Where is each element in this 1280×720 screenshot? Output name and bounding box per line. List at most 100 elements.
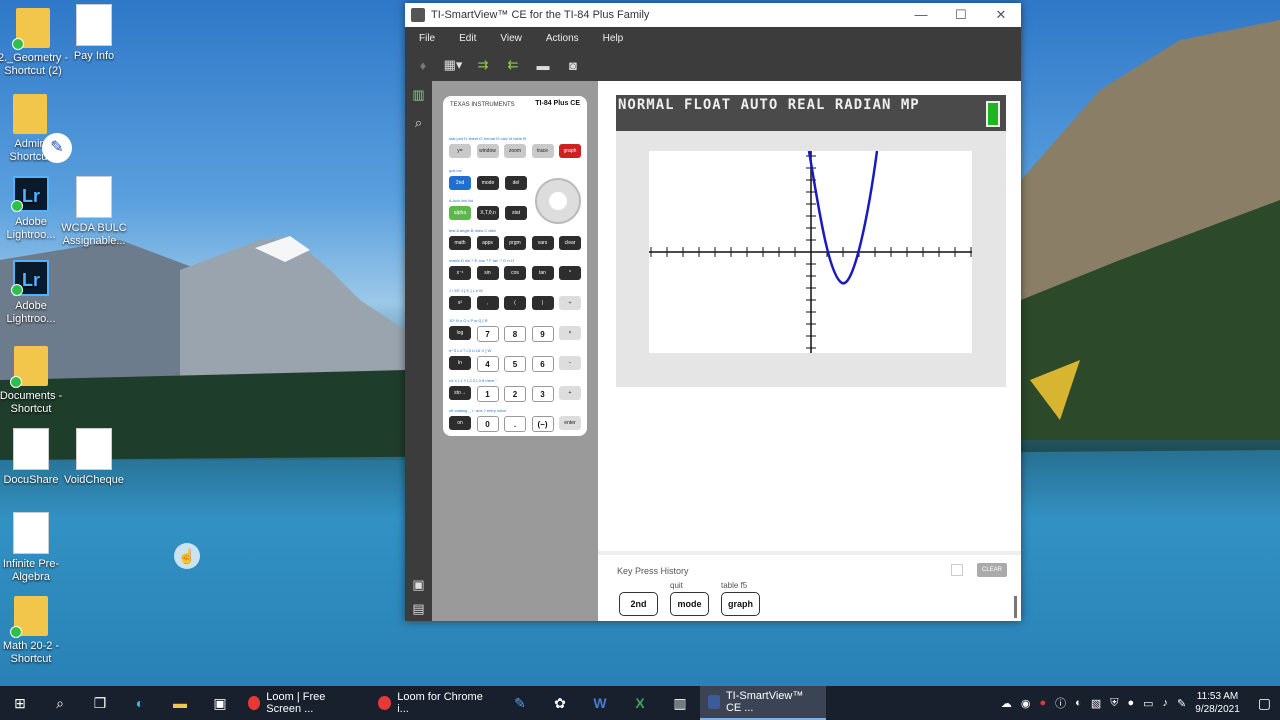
taskbar-app-loom-chrome[interactable]: Loom for Chrome i...: [370, 686, 500, 720]
calc-key[interactable]: 6: [531, 356, 554, 372]
calc-key[interactable]: ,: [476, 296, 499, 310]
menu-help[interactable]: Help: [603, 33, 624, 44]
tray-app-icon[interactable]: ◐: [1075, 697, 1082, 709]
desktop-icon-math20[interactable]: Math 20-2 - Shortcut: [0, 596, 67, 666]
calc-key[interactable]: ÷: [559, 296, 581, 310]
calc-key[interactable]: trace: [531, 144, 554, 158]
microphone-icon[interactable]: ●: [1127, 697, 1134, 709]
history-key-graph[interactable]: graph: [721, 592, 760, 616]
desktop-icon-documents[interactable]: Documents - Shortcut: [0, 346, 67, 416]
calc-key[interactable]: 0: [476, 416, 499, 432]
send-to-calc-icon[interactable]: ⇉: [473, 57, 493, 73]
calc-key[interactable]: 4: [476, 356, 499, 372]
receive-icon[interactable]: ⇇: [503, 57, 523, 73]
calc-key[interactable]: clear: [559, 236, 581, 250]
taskbar-app-smartview[interactable]: TI-SmartView™ CE ...: [700, 686, 826, 720]
smartview-window[interactable]: TI-SmartView™ CE for the TI-84 Plus Fami…: [405, 3, 1021, 621]
calculator-app-icon[interactable]: ▥: [660, 686, 700, 720]
calc-key[interactable]: mode: [477, 176, 499, 190]
calc-key[interactable]: x²: [449, 296, 471, 310]
calc-key[interactable]: vars: [531, 236, 554, 250]
calc-key[interactable]: cos: [504, 266, 526, 280]
network-icon[interactable]: ▭: [1143, 697, 1153, 710]
calculator-select-icon[interactable]: ▦▾: [443, 57, 463, 73]
layout-icon[interactable]: ▬: [533, 57, 553, 73]
title-bar[interactable]: TI-SmartView™ CE for the TI-84 Plus Fami…: [405, 3, 1021, 27]
image-icon[interactable]: ▧: [1091, 697, 1101, 710]
calc-key[interactable]: +: [559, 386, 581, 400]
notifications-icon[interactable]: ▢: [1258, 695, 1271, 712]
calc-key[interactable]: zoom: [504, 144, 526, 158]
desktop-icon-docushare[interactable]: DocuShare: [0, 428, 67, 487]
calc-key[interactable]: X,T,θ,n: [477, 206, 499, 220]
paint-icon[interactable]: ✿: [540, 686, 580, 720]
taskbar-app-loom[interactable]: Loom | Free Screen ...: [240, 686, 370, 720]
calc-key[interactable]: 3: [531, 386, 554, 402]
calc-key[interactable]: x⁻¹: [449, 266, 471, 280]
notepad-icon[interactable]: ✎: [500, 686, 540, 720]
calc-key[interactable]: (−): [531, 416, 554, 432]
history-key-mode[interactable]: mode: [670, 592, 709, 616]
desktop-icon-prealgebra[interactable]: Infinite Pre-Algebra: [0, 512, 67, 584]
camera-icon[interactable]: ◙: [563, 57, 583, 73]
pen-icon[interactable]: ✎: [1177, 697, 1186, 710]
calc-key[interactable]: prgm: [504, 236, 526, 250]
info-icon[interactable]: ⓘ: [1055, 695, 1066, 711]
copy-icon[interactable]: [951, 564, 963, 576]
desktop-icon-voidcheque[interactable]: VoidCheque: [58, 428, 130, 487]
history-key-2nd[interactable]: 2nd: [619, 592, 658, 616]
calc-key[interactable]: log: [449, 326, 471, 340]
calc-key[interactable]: 2: [504, 386, 526, 402]
calc-key[interactable]: 2nd: [449, 176, 471, 190]
desktop-icon-pay-info[interactable]: Pay Info: [58, 4, 130, 63]
screen-capture-icon[interactable]: ▤: [405, 595, 432, 623]
calc-key[interactable]: on: [449, 416, 471, 430]
clock[interactable]: 11:53 AM 9/28/2021: [1195, 690, 1240, 716]
word-icon[interactable]: W: [580, 686, 620, 720]
gmail-icon[interactable]: ●: [1040, 697, 1047, 709]
menu-edit[interactable]: Edit: [459, 33, 476, 44]
windows-start-icon[interactable]: ⊞: [0, 686, 40, 720]
volume-icon[interactable]: ♪: [1163, 697, 1169, 709]
desktop-icon-lightroom-2[interactable]: Lr Adobe Lightroo...: [0, 260, 67, 326]
calc-key[interactable]: alpha: [449, 206, 471, 220]
calc-key[interactable]: −: [559, 356, 581, 370]
file-explorer-icon[interactable]: ▬: [160, 686, 200, 720]
calc-key[interactable]: graph: [559, 144, 581, 158]
calc-key[interactable]: ln: [449, 356, 471, 370]
calc-key[interactable]: 8: [504, 326, 526, 342]
minimize-button[interactable]: —: [901, 7, 941, 23]
calc-key[interactable]: y=: [449, 144, 471, 158]
shield-icon[interactable]: ⛨: [1110, 697, 1118, 710]
desktop-icon-wcda[interactable]: WCDA BULC Assignable...: [58, 176, 130, 248]
calc-key[interactable]: tan: [531, 266, 554, 280]
calc-key[interactable]: 7: [476, 326, 499, 342]
calc-key[interactable]: apps: [476, 236, 499, 250]
menu-file[interactable]: File: [419, 33, 435, 44]
calc-key[interactable]: ×: [559, 326, 581, 340]
desktop-icon-lightroom-1[interactable]: Lr Adobe Lightroo...: [0, 176, 67, 242]
calc-key[interactable]: stat: [505, 206, 527, 220]
edge-icon[interactable]: ◐: [120, 686, 160, 720]
store-icon[interactable]: ▣: [200, 686, 240, 720]
maximize-button[interactable]: ☐: [941, 7, 981, 23]
onedrive-icon[interactable]: ☁: [1001, 697, 1012, 710]
tray-app-icon[interactable]: ◉: [1021, 697, 1031, 710]
clear-history-button[interactable]: CLEAR: [976, 563, 1007, 577]
calc-key[interactable]: .: [504, 416, 526, 432]
menu-actions[interactable]: Actions: [546, 33, 579, 44]
calc-key[interactable]: 5: [504, 356, 526, 372]
excel-icon[interactable]: X: [620, 686, 660, 720]
menu-view[interactable]: View: [500, 33, 522, 44]
calc-key[interactable]: del: [505, 176, 527, 190]
history-scrollbar[interactable]: [1014, 596, 1017, 618]
calc-key[interactable]: sin: [476, 266, 499, 280]
calc-key[interactable]: ): [531, 296, 554, 310]
calc-key[interactable]: math: [449, 236, 471, 250]
task-view-icon[interactable]: ❐: [80, 686, 120, 720]
calc-key[interactable]: window: [476, 144, 499, 158]
calculator-view-icon[interactable]: ▥: [405, 81, 432, 109]
calc-key[interactable]: 1: [476, 386, 499, 402]
calc-key[interactable]: sto→: [449, 386, 471, 400]
calc-key[interactable]: (: [504, 296, 526, 310]
